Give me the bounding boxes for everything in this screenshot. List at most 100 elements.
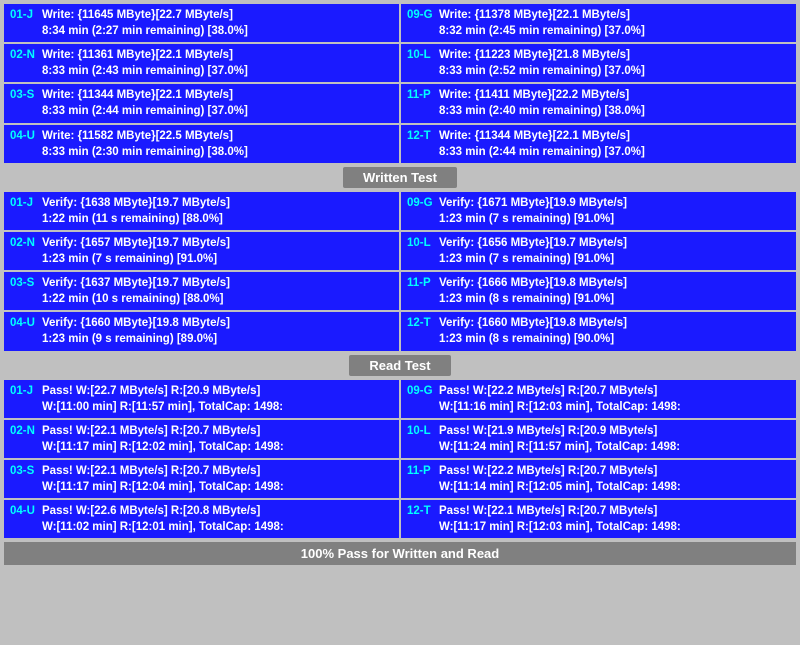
verify-card-03-S: 03-S Verify: {1637 MByte}[19.7 MByte/s] … (4, 272, 399, 310)
pass-card-11-P: 11-P Pass! W:[22.2 MByte/s] R:[20.7 MByt… (401, 460, 796, 498)
card-text: Pass! W:[22.7 MByte/s] R:[20.9 MByte/s] … (42, 383, 393, 415)
card-content: 03-S Verify: {1637 MByte}[19.7 MByte/s] … (10, 275, 393, 307)
card-content: 10-L Write: {11223 MByte}[21.8 MByte/s] … (407, 47, 790, 79)
card-text: Pass! W:[22.2 MByte/s] R:[20.7 MByte/s] … (439, 383, 790, 415)
write-card-09-G: 09-G Write: {11378 MByte}[22.1 MByte/s] … (401, 4, 796, 42)
card-content: 01-J Pass! W:[22.7 MByte/s] R:[20.9 MByt… (10, 383, 393, 415)
verify-card-10-L: 10-L Verify: {1656 MByte}[19.7 MByte/s] … (401, 232, 796, 270)
verify-section: 01-J Verify: {1638 MByte}[19.7 MByte/s] … (4, 192, 796, 351)
verify-card-11-P: 11-P Verify: {1666 MByte}[19.8 MByte/s] … (401, 272, 796, 310)
card-content: 02-N Pass! W:[22.1 MByte/s] R:[20.7 MByt… (10, 423, 393, 455)
card-id: 12-T (407, 315, 439, 331)
card-text: Write: {11344 MByte}[22.1 MByte/s] 8:33 … (439, 128, 790, 160)
pass-card-03-S: 03-S Pass! W:[22.1 MByte/s] R:[20.7 MByt… (4, 460, 399, 498)
card-line2: 1:22 min (10 s remaining) [88.0%] (42, 291, 393, 307)
card-text: Pass! W:[22.1 MByte/s] R:[20.7 MByte/s] … (42, 423, 393, 455)
card-line1: Pass! W:[22.7 MByte/s] R:[20.9 MByte/s] (42, 383, 393, 399)
card-content: 10-L Pass! W:[21.9 MByte/s] R:[20.9 MByt… (407, 423, 790, 455)
pass-card-01-J: 01-J Pass! W:[22.7 MByte/s] R:[20.9 MByt… (4, 380, 399, 418)
card-line1: Verify: {1638 MByte}[19.7 MByte/s] (42, 195, 393, 211)
write-card-02-N: 02-N Write: {11361 MByte}[22.1 MByte/s] … (4, 44, 399, 82)
write-card-01-J: 01-J Write: {11645 MByte}[22.7 MByte/s] … (4, 4, 399, 42)
pass-section: 01-J Pass! W:[22.7 MByte/s] R:[20.9 MByt… (4, 380, 796, 539)
card-line2: 8:33 min (2:30 min remaining) [38.0%] (42, 144, 393, 160)
card-id: 10-L (407, 47, 439, 63)
card-content: 12-T Write: {11344 MByte}[22.1 MByte/s] … (407, 128, 790, 160)
card-line1: Verify: {1660 MByte}[19.8 MByte/s] (42, 315, 393, 331)
card-id: 04-U (10, 315, 42, 331)
card-content: 03-S Pass! W:[22.1 MByte/s] R:[20.7 MByt… (10, 463, 393, 495)
card-line1: Verify: {1666 MByte}[19.8 MByte/s] (439, 275, 790, 291)
card-id: 12-T (407, 128, 439, 144)
card-text: Verify: {1637 MByte}[19.7 MByte/s] 1:22 … (42, 275, 393, 307)
write-card-10-L: 10-L Write: {11223 MByte}[21.8 MByte/s] … (401, 44, 796, 82)
card-line2: 1:23 min (7 s remaining) [91.0%] (439, 251, 790, 267)
card-id: 02-N (10, 235, 42, 251)
card-text: Verify: {1638 MByte}[19.7 MByte/s] 1:22 … (42, 195, 393, 227)
card-text: Pass! W:[22.2 MByte/s] R:[20.7 MByte/s] … (439, 463, 790, 495)
card-line1: Pass! W:[22.6 MByte/s] R:[20.8 MByte/s] (42, 503, 393, 519)
write-card-12-T: 12-T Write: {11344 MByte}[22.1 MByte/s] … (401, 125, 796, 163)
card-line2: 1:23 min (9 s remaining) [89.0%] (42, 331, 393, 347)
card-id: 04-U (10, 128, 42, 144)
pass-card-02-N: 02-N Pass! W:[22.1 MByte/s] R:[20.7 MByt… (4, 420, 399, 458)
read-test-divider: Read Test (4, 355, 796, 376)
card-text: Write: {11582 MByte}[22.5 MByte/s] 8:33 … (42, 128, 393, 160)
card-line2: W:[11:00 min] R:[11:57 min], TotalCap: 1… (42, 399, 393, 415)
write-grid: 01-J Write: {11645 MByte}[22.7 MByte/s] … (4, 4, 796, 163)
card-line2: 8:33 min (2:43 min remaining) [37.0%] (42, 63, 393, 79)
card-line1: Write: {11223 MByte}[21.8 MByte/s] (439, 47, 790, 63)
card-line1: Write: {11344 MByte}[22.1 MByte/s] (42, 87, 393, 103)
card-id: 11-P (407, 275, 439, 291)
card-id: 09-G (407, 383, 439, 399)
card-id: 04-U (10, 503, 42, 519)
card-content: 11-P Write: {11411 MByte}[22.2 MByte/s] … (407, 87, 790, 119)
card-text: Write: {11344 MByte}[22.1 MByte/s] 8:33 … (42, 87, 393, 119)
card-line2: 1:23 min (8 s remaining) [90.0%] (439, 331, 790, 347)
card-text: Write: {11411 MByte}[22.2 MByte/s] 8:33 … (439, 87, 790, 119)
card-line1: Write: {11378 MByte}[22.1 MByte/s] (439, 7, 790, 23)
card-line2: 1:23 min (7 s remaining) [91.0%] (439, 211, 790, 227)
card-content: 10-L Verify: {1656 MByte}[19.7 MByte/s] … (407, 235, 790, 267)
card-line2: 8:33 min (2:52 min remaining) [37.0%] (439, 63, 790, 79)
card-content: 01-J Write: {11645 MByte}[22.7 MByte/s] … (10, 7, 393, 39)
bottom-status-bar: 100% Pass for Written and Read (4, 542, 796, 565)
card-content: 02-N Verify: {1657 MByte}[19.7 MByte/s] … (10, 235, 393, 267)
card-line1: Verify: {1671 MByte}[19.9 MByte/s] (439, 195, 790, 211)
card-line1: Write: {11645 MByte}[22.7 MByte/s] (42, 7, 393, 23)
written-test-label: Written Test (343, 167, 457, 188)
card-content: 04-U Pass! W:[22.6 MByte/s] R:[20.8 MByt… (10, 503, 393, 535)
card-line1: Pass! W:[22.2 MByte/s] R:[20.7 MByte/s] (439, 383, 790, 399)
card-text: Write: {11361 MByte}[22.1 MByte/s] 8:33 … (42, 47, 393, 79)
pass-card-04-U: 04-U Pass! W:[22.6 MByte/s] R:[20.8 MByt… (4, 500, 399, 538)
card-text: Write: {11645 MByte}[22.7 MByte/s] 8:34 … (42, 7, 393, 39)
card-line2: W:[11:17 min] R:[12:04 min], TotalCap: 1… (42, 479, 393, 495)
card-line1: Verify: {1637 MByte}[19.7 MByte/s] (42, 275, 393, 291)
card-line1: Write: {11361 MByte}[22.1 MByte/s] (42, 47, 393, 63)
card-line1: Write: {11344 MByte}[22.1 MByte/s] (439, 128, 790, 144)
card-content: 11-P Pass! W:[22.2 MByte/s] R:[20.7 MByt… (407, 463, 790, 495)
card-text: Verify: {1671 MByte}[19.9 MByte/s] 1:23 … (439, 195, 790, 227)
card-line1: Pass! W:[21.9 MByte/s] R:[20.9 MByte/s] (439, 423, 790, 439)
card-text: Verify: {1660 MByte}[19.8 MByte/s] 1:23 … (439, 315, 790, 347)
card-id: 11-P (407, 87, 439, 103)
pass-card-10-L: 10-L Pass! W:[21.9 MByte/s] R:[20.9 MByt… (401, 420, 796, 458)
card-id: 11-P (407, 463, 439, 479)
verify-grid: 01-J Verify: {1638 MByte}[19.7 MByte/s] … (4, 192, 796, 351)
card-line2: W:[11:16 min] R:[12:03 min], TotalCap: 1… (439, 399, 790, 415)
card-content: 03-S Write: {11344 MByte}[22.1 MByte/s] … (10, 87, 393, 119)
card-line1: Verify: {1656 MByte}[19.7 MByte/s] (439, 235, 790, 251)
card-line2: 8:33 min (2:44 min remaining) [37.0%] (439, 144, 790, 160)
card-line2: 1:23 min (7 s remaining) [91.0%] (42, 251, 393, 267)
card-line1: Pass! W:[22.1 MByte/s] R:[20.7 MByte/s] (439, 503, 790, 519)
pass-card-12-T: 12-T Pass! W:[22.1 MByte/s] R:[20.7 MByt… (401, 500, 796, 538)
card-line2: 1:22 min (11 s remaining) [88.0%] (42, 211, 393, 227)
card-id: 02-N (10, 47, 42, 63)
card-id: 09-G (407, 7, 439, 23)
card-content: 09-G Write: {11378 MByte}[22.1 MByte/s] … (407, 7, 790, 39)
card-text: Verify: {1657 MByte}[19.7 MByte/s] 1:23 … (42, 235, 393, 267)
card-line2: W:[11:14 min] R:[12:05 min], TotalCap: 1… (439, 479, 790, 495)
card-id: 01-J (10, 7, 42, 23)
card-text: Verify: {1666 MByte}[19.8 MByte/s] 1:23 … (439, 275, 790, 307)
pass-card-09-G: 09-G Pass! W:[22.2 MByte/s] R:[20.7 MByt… (401, 380, 796, 418)
